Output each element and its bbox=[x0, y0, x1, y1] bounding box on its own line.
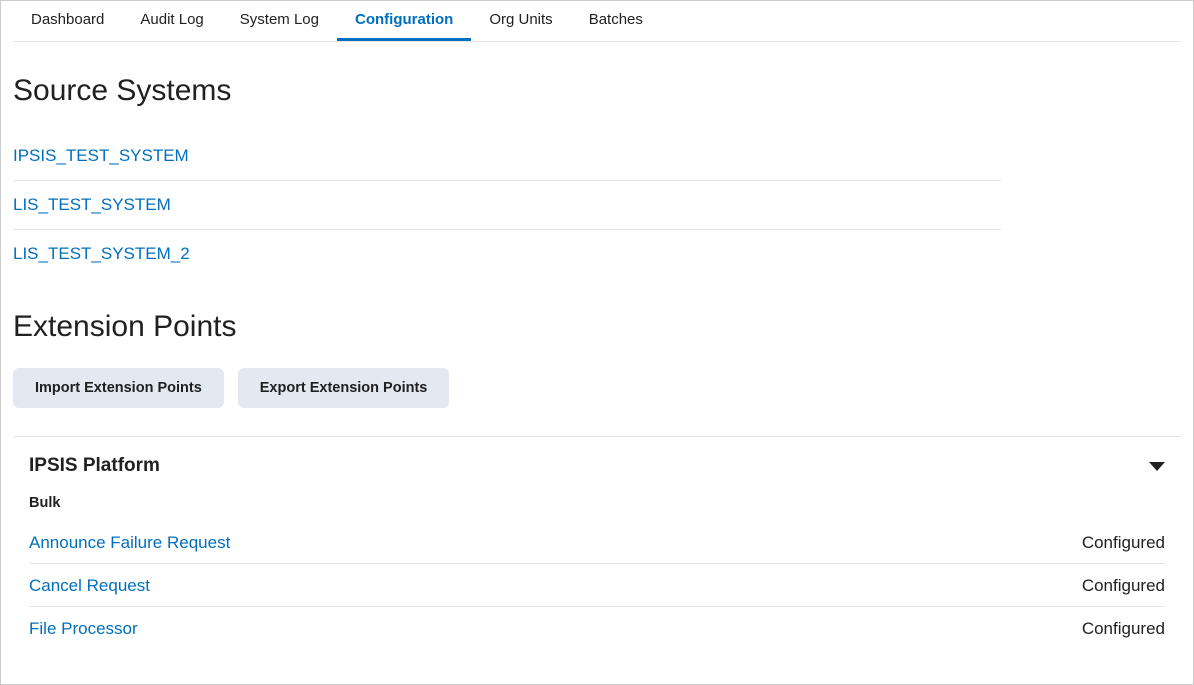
platform-subgroup-label: Bulk bbox=[29, 495, 1165, 511]
platform-toggle[interactable]: IPSIS Platform bbox=[29, 455, 1165, 477]
extension-link[interactable]: File Processor bbox=[29, 619, 138, 639]
extension-status: Configured bbox=[1082, 619, 1165, 639]
tab-audit-log[interactable]: Audit Log bbox=[122, 3, 221, 41]
tab-dashboard[interactable]: Dashboard bbox=[13, 3, 122, 41]
extension-points-actions: Import Extension Points Export Extension… bbox=[13, 368, 1181, 408]
extension-link[interactable]: Announce Failure Request bbox=[29, 533, 230, 553]
source-systems-heading: Source Systems bbox=[13, 74, 1181, 108]
source-systems-list: IPSIS_TEST_SYSTEM LIS_TEST_SYSTEM LIS_TE… bbox=[13, 132, 1001, 278]
chevron-down-icon bbox=[1149, 462, 1165, 471]
main-content: Source Systems IPSIS_TEST_SYSTEM LIS_TES… bbox=[1, 74, 1193, 649]
source-system-link[interactable]: LIS_TEST_SYSTEM_2 bbox=[13, 230, 1001, 278]
tab-system-log[interactable]: System Log bbox=[222, 3, 337, 41]
platform-block: IPSIS Platform Bulk Announce Failure Req… bbox=[13, 436, 1181, 649]
extension-row: Announce Failure Request Configured bbox=[29, 521, 1165, 564]
source-system-link[interactable]: LIS_TEST_SYSTEM bbox=[13, 181, 1001, 230]
platform-title: IPSIS Platform bbox=[29, 455, 160, 477]
tab-bar: Dashboard Audit Log System Log Configura… bbox=[13, 1, 1181, 42]
extension-link[interactable]: Cancel Request bbox=[29, 576, 150, 596]
import-extension-points-button[interactable]: Import Extension Points bbox=[13, 368, 224, 408]
extension-status: Configured bbox=[1082, 533, 1165, 553]
source-system-link[interactable]: IPSIS_TEST_SYSTEM bbox=[13, 132, 1001, 181]
extension-status: Configured bbox=[1082, 576, 1165, 596]
extension-row: File Processor Configured bbox=[29, 607, 1165, 649]
tab-org-units[interactable]: Org Units bbox=[471, 3, 570, 41]
extension-row: Cancel Request Configured bbox=[29, 564, 1165, 607]
extension-points-heading: Extension Points bbox=[13, 310, 1181, 344]
export-extension-points-button[interactable]: Export Extension Points bbox=[238, 368, 450, 408]
tab-batches[interactable]: Batches bbox=[571, 3, 661, 41]
tab-configuration[interactable]: Configuration bbox=[337, 3, 471, 41]
